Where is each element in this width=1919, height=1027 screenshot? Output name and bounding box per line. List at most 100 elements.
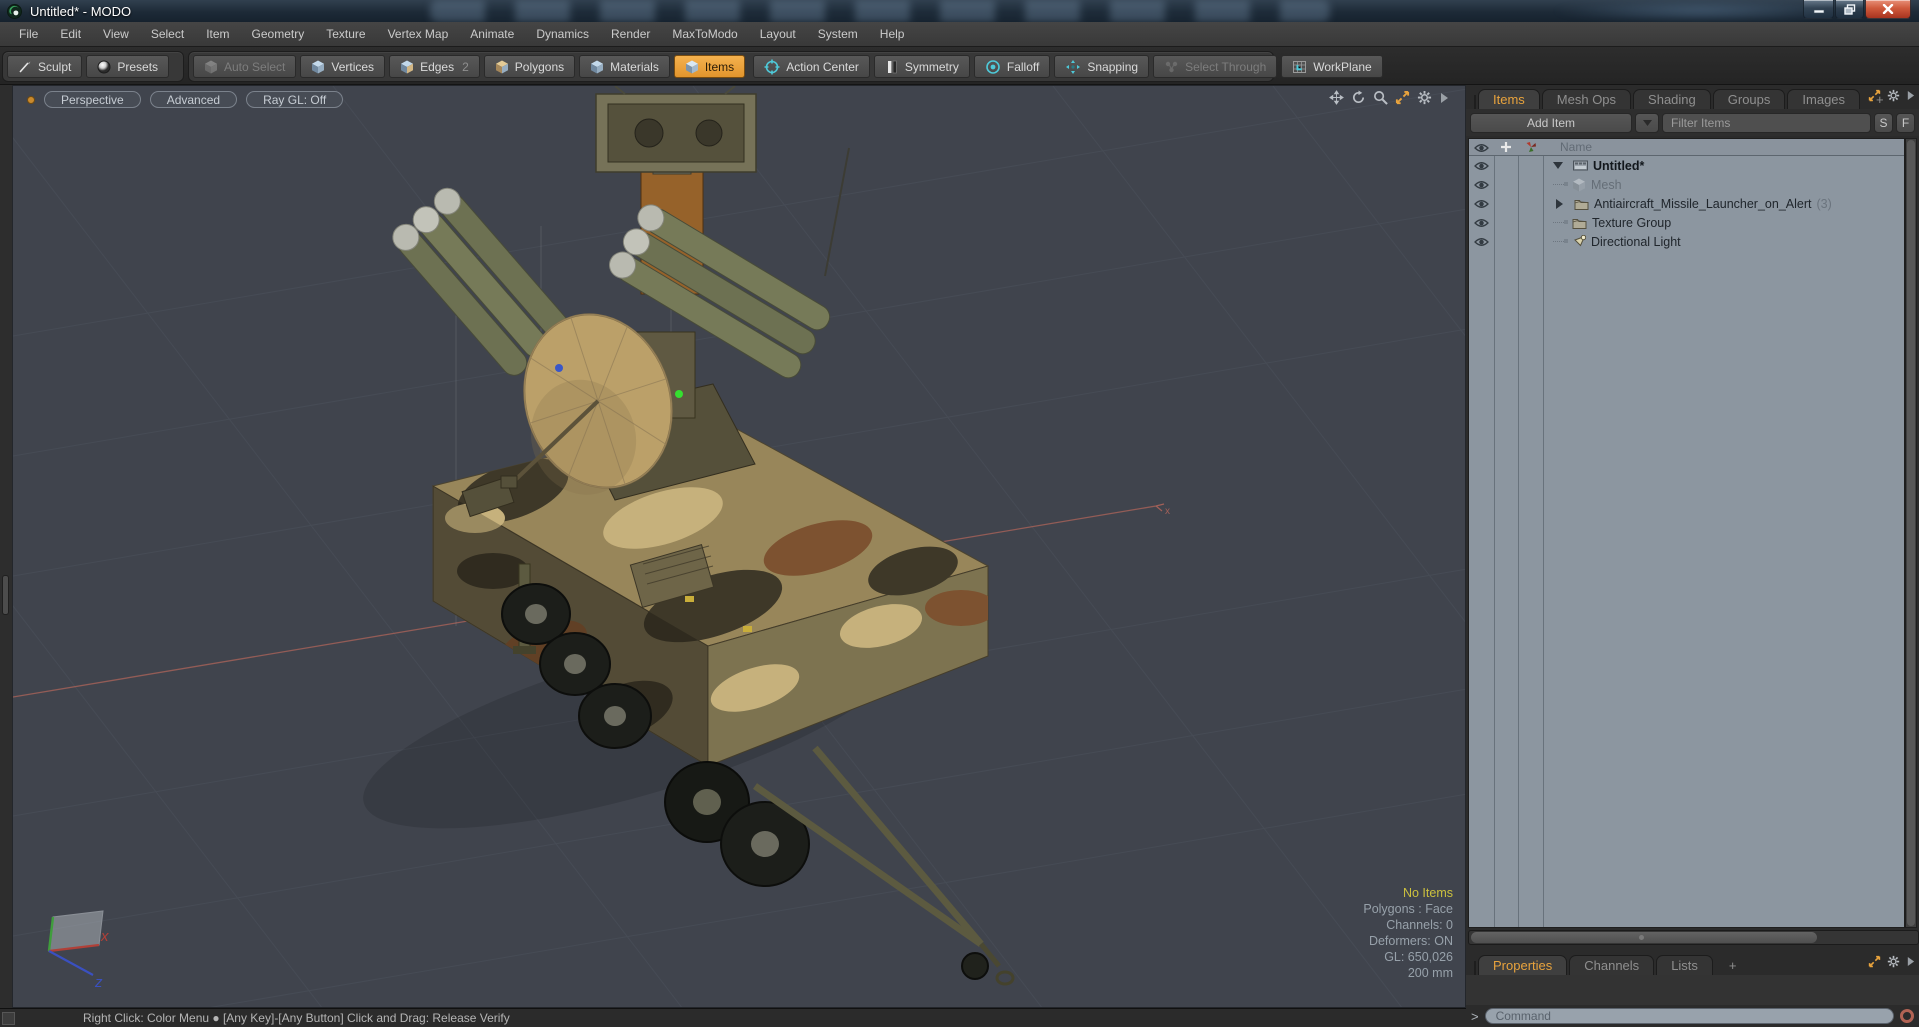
panel-collapse-icon[interactable] [1468, 95, 1476, 109]
tow-ring [995, 970, 1015, 986]
menu-layout[interactable]: Layout [749, 22, 807, 46]
vertices-mode-button[interactable]: Vertices [300, 55, 386, 78]
maximize-panel-icon[interactable] [1868, 955, 1881, 968]
close-button[interactable] [1865, 0, 1911, 19]
tab-images[interactable]: Images [1787, 89, 1861, 109]
green-vertex-marker [675, 390, 683, 398]
menu-item[interactable]: Item [195, 22, 240, 46]
viewport-corner-icons [1329, 90, 1449, 105]
add-item-button[interactable]: Add Item [1470, 112, 1632, 133]
menu-file[interactable]: File [8, 22, 49, 46]
restore-button[interactable] [1835, 0, 1864, 19]
axis-gizmo: x z [47, 910, 109, 989]
eye-toggle-icon[interactable] [1474, 180, 1489, 190]
add-item-row: Add Item S F [1466, 109, 1919, 136]
visibility-column-eye-icon[interactable] [1474, 143, 1489, 153]
menu-texture[interactable]: Texture [315, 22, 376, 46]
filter-f-button[interactable]: F [1896, 112, 1915, 133]
tree-row-launcher-group[interactable]: Antiaircraft_Missile_Launcher_on_Alert (… [1469, 194, 1904, 213]
maximize-viewport-icon[interactable] [1395, 90, 1410, 105]
tab-add-button[interactable]: + [1715, 955, 1751, 975]
command-input[interactable] [1484, 1008, 1894, 1024]
select-through-button[interactable]: Select Through [1153, 55, 1278, 78]
command-history-icon[interactable] [1900, 1009, 1914, 1023]
panel-settings-gear-icon[interactable] [1887, 955, 1900, 968]
menu-help[interactable]: Help [869, 22, 916, 46]
menu-render[interactable]: Render [600, 22, 661, 46]
menu-geometry[interactable]: Geometry [241, 22, 316, 46]
presets-button[interactable]: Presets [86, 55, 170, 78]
menu-system[interactable]: System [807, 22, 869, 46]
scrollbar-thumb[interactable] [1471, 932, 1817, 943]
items-mode-button[interactable]: Items [673, 55, 746, 78]
menu-vertex-map[interactable]: Vertex Map [377, 22, 460, 46]
polygons-mode-button[interactable]: Polygons [483, 55, 576, 78]
panel-collapse-icon[interactable] [1468, 961, 1476, 975]
eye-toggle-icon[interactable] [1474, 161, 1489, 171]
falloff-button[interactable]: Falloff [973, 55, 1051, 78]
menu-select[interactable]: Select [140, 22, 195, 46]
panel-splitter-handle[interactable] [2, 575, 9, 615]
menu-view[interactable]: View [92, 22, 140, 46]
eye-toggle-icon[interactable] [1474, 218, 1489, 228]
scrollbar-thumb[interactable] [1907, 140, 1915, 926]
viewport-settings-gear-icon[interactable] [1417, 90, 1432, 105]
expand-collapse-icon[interactable] [1553, 162, 1563, 169]
select-through-icon [1165, 61, 1178, 72]
action-center-button[interactable]: Action Center [753, 55, 870, 78]
tree-row-mesh[interactable]: Mesh [1469, 175, 1904, 194]
workplane-button[interactable]: WorkPlane [1281, 55, 1383, 78]
3d-viewport[interactable]: x Perspective Advanced Ray GL: Off No It… [12, 85, 1466, 1008]
viewport-menu-arrow-icon[interactable] [1439, 92, 1449, 104]
viewport-projection-button[interactable]: Perspective [44, 91, 141, 108]
tree-row-texture-group[interactable]: Texture Group [1469, 213, 1904, 232]
eye-toggle-icon[interactable] [1474, 237, 1489, 247]
toolbar-group-main: Auto Select Vertices Edges 2 Polygons Ma… [188, 51, 1383, 82]
add-item-dropdown[interactable] [1635, 112, 1659, 133]
rotate-icon[interactable] [1351, 90, 1366, 105]
tree-vertical-scrollbar[interactable] [1905, 138, 1917, 928]
tab-properties[interactable]: Properties [1478, 955, 1568, 975]
tree-row-scene[interactable]: Untitled* [1469, 156, 1904, 175]
expand-collapse-icon[interactable] [1556, 198, 1563, 209]
tree-branch-line [1553, 220, 1568, 224]
menu-edit[interactable]: Edit [49, 22, 92, 46]
panel-menu-arrow-icon[interactable] [1906, 90, 1915, 101]
viewport-mode-dot[interactable] [27, 95, 35, 104]
tab-mesh-ops[interactable]: Mesh Ops [1541, 89, 1632, 109]
edges-mode-button[interactable]: Edges 2 [389, 55, 480, 78]
viewport-shading-button[interactable]: Advanced [149, 91, 238, 108]
properties-empty-area [1466, 975, 1919, 1005]
menu-dynamics[interactable]: Dynamics [525, 22, 600, 46]
panel-settings-gear-icon[interactable] [1887, 89, 1900, 102]
zoom-icon[interactable] [1373, 90, 1388, 105]
tab-shading[interactable]: Shading [1633, 89, 1711, 109]
filter-s-button[interactable]: S [1874, 112, 1893, 133]
eye-toggle-icon[interactable] [1474, 199, 1489, 209]
menu-animate[interactable]: Animate [459, 22, 525, 46]
filter-items-input[interactable] [1662, 112, 1871, 133]
viewport-raygl-button[interactable]: Ray GL: Off [246, 91, 344, 108]
tree-row-directional-light[interactable]: Directional Light [1469, 232, 1904, 251]
tab-items[interactable]: Items [1478, 89, 1540, 109]
panel-menu-arrow-icon[interactable] [1906, 956, 1915, 967]
close-icon [1882, 4, 1894, 14]
tree-horizontal-scrollbar[interactable] [1468, 930, 1919, 945]
titlebar[interactable]: Untitled* - MODO [0, 0, 1919, 22]
tab-lists[interactable]: Lists [1656, 955, 1713, 975]
tab-groups[interactable]: Groups [1712, 89, 1786, 109]
materials-mode-button[interactable]: Materials [579, 55, 670, 78]
auto-select-button[interactable]: Auto Select [193, 55, 297, 78]
snapping-button[interactable]: Snapping [1054, 55, 1150, 78]
menu-maxtomodo[interactable]: MaxToModo [661, 22, 748, 46]
minimize-button[interactable] [1803, 0, 1834, 19]
item-tree[interactable]: Name Untitled* Mesh Antiaircraft_Missile… [1468, 138, 1905, 928]
maximize-panel-icon[interactable] [1868, 89, 1881, 102]
render-column-icon[interactable] [1525, 141, 1537, 153]
sculpt-button[interactable]: Sculpt [7, 55, 83, 78]
add-column-plus-icon[interactable] [1500, 141, 1512, 153]
pan-icon[interactable] [1329, 90, 1344, 105]
symmetry-button[interactable]: Symmetry [873, 55, 970, 78]
hud-deformers: Deformers: ON [1368, 934, 1453, 948]
tab-channels[interactable]: Channels [1569, 955, 1655, 975]
